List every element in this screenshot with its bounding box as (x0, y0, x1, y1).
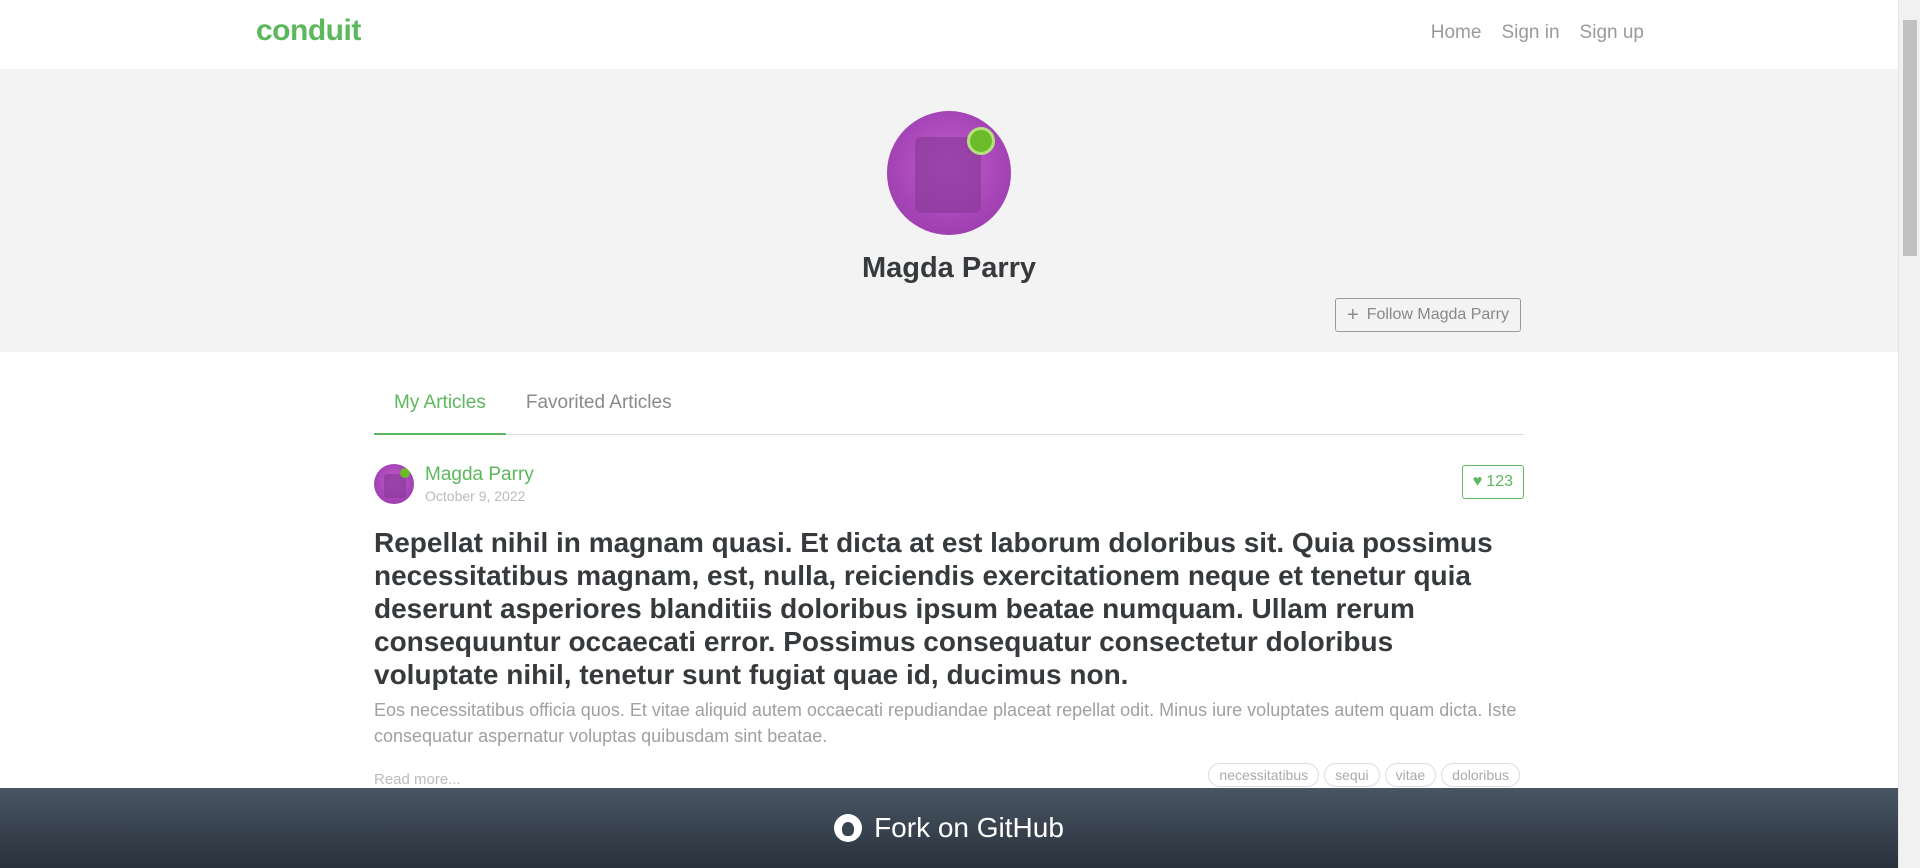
article-title[interactable]: Repellat nihil in magnam quasi. Et dicta… (374, 526, 1524, 691)
plus-icon: + (1347, 304, 1359, 326)
nav-links: Home Sign in Sign up (1431, 22, 1644, 44)
nav-sign-in-link[interactable]: Sign in (1501, 22, 1559, 44)
favorite-button[interactable]: ♥ 123 (1461, 465, 1524, 499)
fork-on-github-label: Fork on GitHub (874, 812, 1064, 843)
profile-name: Magda Parry (861, 252, 1037, 284)
navbar: conduit Home Sign in Sign up (0, 0, 1898, 69)
article-preview: Magda Parry October 9, 2022 ♥ 123 Repell… (374, 462, 1524, 793)
tab-favorited-articles[interactable]: Favorited Articles (506, 372, 692, 435)
nav-sign-up-link[interactable]: Sign up (1580, 22, 1644, 44)
article-date: October 9, 2022 (425, 488, 526, 504)
page: conduit Home Sign in Sign up Magda Parry… (0, 0, 1898, 868)
scrollbar-thumb[interactable] (1903, 20, 1917, 256)
follow-button[interactable]: + Follow Magda Parry (1335, 298, 1521, 332)
profile-avatar (887, 111, 1011, 235)
author-avatar[interactable] (374, 464, 414, 504)
article-description: Eos necessitatibus officia quos. Et vita… (374, 700, 1517, 746)
scrollbar[interactable] (1898, 0, 1920, 868)
author-link[interactable]: Magda Parry (425, 464, 534, 486)
tag-pill: doloribus (1441, 763, 1520, 787)
github-icon (834, 814, 863, 842)
avatar-badge-icon (400, 468, 410, 478)
avatar-badge-icon (967, 127, 995, 155)
article-tabs: My Articles Favorited Articles (374, 372, 1524, 435)
article-meta: Magda Parry October 9, 2022 ♥ 123 (374, 462, 1524, 512)
tag-pill: sequi (1324, 763, 1380, 787)
tag-pill: necessitatibus (1208, 763, 1320, 787)
tag-pill: vitae (1384, 763, 1437, 787)
nav-home-link[interactable]: Home (1431, 22, 1482, 44)
tag-list: necessitatibus sequi vitae doloribus (1208, 763, 1520, 787)
follow-button-label: Follow Magda Parry (1366, 306, 1509, 323)
tab-my-articles[interactable]: My Articles (374, 372, 506, 435)
profile-banner: Magda Parry + Follow Magda Parry (0, 69, 1898, 352)
fork-on-github-banner[interactable]: Fork on GitHub (0, 788, 1898, 868)
brand-logo[interactable]: conduit (256, 14, 361, 48)
favorite-count: 123 (1486, 473, 1513, 490)
heart-icon: ♥ (1472, 473, 1483, 490)
read-more-link[interactable]: Read more... (374, 771, 461, 788)
